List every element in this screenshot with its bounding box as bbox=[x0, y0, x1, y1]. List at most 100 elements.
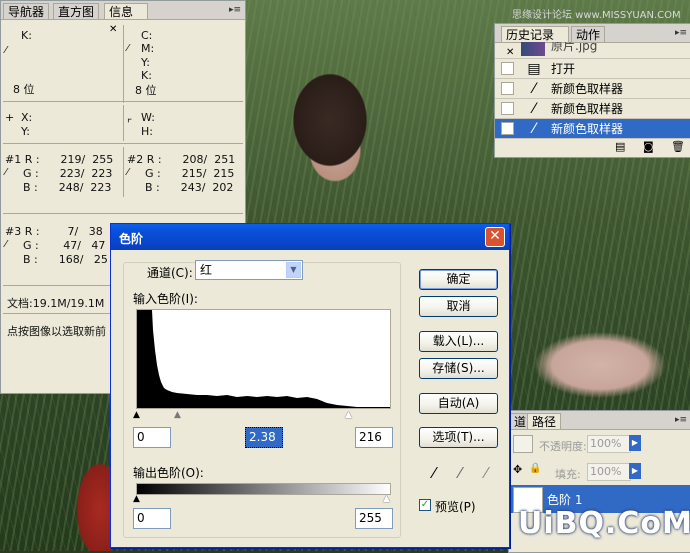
white-eyedropper-icon[interactable]: ⁄ bbox=[477, 464, 495, 482]
blend-mode-select[interactable] bbox=[513, 435, 533, 453]
ok-button[interactable]: 确定 bbox=[419, 269, 498, 290]
output-gradient bbox=[136, 483, 391, 495]
gray-eyedropper-icon[interactable]: ⁄ bbox=[451, 464, 469, 482]
cancel-button[interactable]: 取消 bbox=[419, 296, 498, 317]
opacity-label: 不透明度: bbox=[539, 440, 587, 453]
eyedropper-icon: ⁄ bbox=[532, 101, 536, 117]
info-bits-left: 8 位 bbox=[13, 83, 35, 96]
info-k-left: K: bbox=[21, 29, 32, 42]
input-black-slider[interactable]: ▲ bbox=[133, 410, 140, 420]
status-hint: 点按图像以选取新前 bbox=[7, 325, 106, 338]
info-bits-right: 8 位 bbox=[135, 84, 157, 97]
info-c: C: bbox=[141, 29, 153, 42]
watermark-logo: UiBQ.CoM bbox=[518, 506, 690, 541]
output-white-slider[interactable]: ▲ bbox=[383, 494, 390, 504]
output-levels-label: 输出色阶(O): bbox=[133, 466, 204, 480]
input-gamma-field[interactable]: 2.38 bbox=[245, 427, 283, 448]
crosshair-icon: + bbox=[5, 111, 15, 124]
info-tabs: 导航器 直方图 信息 ✕ ▸≡ bbox=[1, 1, 245, 35]
chevron-down-icon[interactable]: ▼ bbox=[286, 262, 301, 278]
history-source-checkbox[interactable] bbox=[501, 122, 514, 135]
channel-select[interactable]: 红 ▼ bbox=[195, 260, 303, 280]
tab-histogram[interactable]: 直方图 bbox=[53, 3, 100, 19]
snapshot-thumbnail bbox=[521, 42, 545, 56]
eyedropper-icon: ⁄ bbox=[127, 43, 129, 54]
history-snapshot[interactable]: 原片.jpg bbox=[495, 42, 690, 59]
close-button[interactable]: ✕ bbox=[485, 227, 505, 247]
palette-menu-icon[interactable]: ▸≡ bbox=[675, 415, 687, 425]
history-item-label: 新颜色取样器 bbox=[551, 122, 624, 136]
info-h: H: bbox=[141, 125, 153, 138]
info-k-right: K: bbox=[141, 69, 152, 82]
eyedropper-icon: ⁄ bbox=[5, 239, 7, 250]
divider bbox=[123, 25, 124, 103]
layers-tabs: 道 路径 ▸≡ bbox=[509, 411, 690, 430]
sampler2-r: #2 R : 208/ 251 bbox=[127, 153, 236, 166]
eyedropper-icon: ⁄ bbox=[532, 81, 536, 97]
history-source-checkbox[interactable] bbox=[501, 102, 514, 115]
sampler3-g: G : 47/ 47 bbox=[23, 239, 106, 252]
history-toolbar: ▤ ◙ 🗑 bbox=[495, 139, 690, 157]
lock-icon[interactable]: 🔒 bbox=[529, 463, 541, 474]
fill-field[interactable]: 100% bbox=[587, 463, 631, 481]
camera-icon[interactable]: ◙ bbox=[643, 140, 654, 153]
history-item[interactable]: ⁄ 新颜色取样器 bbox=[495, 99, 690, 119]
history-palette: 历史记录 ✕ 动作 ▸≡ 原片.jpg ▤ 打开 ⁄ 新颜色取样器 ⁄ 新颜色取… bbox=[494, 23, 690, 158]
channel-value: 红 bbox=[200, 263, 213, 277]
tab-history[interactable]: 历史记录 ✕ bbox=[501, 26, 569, 58]
tab-actions[interactable]: 动作 bbox=[571, 26, 606, 42]
sampler3-b: B : 168/ 25 bbox=[23, 253, 108, 266]
trash-icon[interactable]: 🗑 bbox=[671, 140, 685, 153]
history-source-checkbox[interactable] bbox=[501, 62, 514, 75]
info-y: Y: bbox=[141, 56, 150, 69]
auto-button[interactable]: 自动(A) bbox=[419, 393, 498, 414]
doc-size: 文档:19.1M/19.1M bbox=[7, 297, 105, 310]
input-black-field[interactable]: 0 bbox=[133, 427, 171, 448]
input-gamma-slider[interactable]: ▲ bbox=[174, 410, 181, 420]
sampler1-b: B : 248/ 223 bbox=[23, 181, 112, 194]
info-m: M: bbox=[141, 42, 155, 55]
output-black-field[interactable]: 0 bbox=[133, 508, 171, 529]
output-black-slider[interactable]: ▲ bbox=[133, 494, 140, 504]
input-white-slider[interactable]: ▲ bbox=[345, 410, 352, 420]
input-white-field[interactable]: 216 bbox=[355, 427, 393, 448]
info-x: X: bbox=[21, 111, 33, 124]
history-item[interactable]: ⁄ 新颜色取样器 bbox=[495, 79, 690, 99]
history-item[interactable]: ▤ 打开 bbox=[495, 59, 690, 79]
new-document-icon[interactable]: ▤ bbox=[615, 140, 625, 153]
dialog-titlebar[interactable]: 色阶 ✕ bbox=[111, 224, 509, 250]
eyedropper-icon: ⁄ bbox=[127, 167, 129, 178]
history-item-selected[interactable]: ⁄ 新颜色取样器 bbox=[495, 119, 690, 139]
tab-navigator[interactable]: 导航器 bbox=[3, 3, 50, 19]
divider bbox=[3, 101, 243, 102]
output-white-field[interactable]: 255 bbox=[355, 508, 393, 529]
channel-label: 通道(C): bbox=[147, 266, 193, 280]
load-button[interactable]: 载入(L)... bbox=[419, 331, 498, 352]
sampler2-g: G : 215/ 215 bbox=[145, 167, 235, 180]
black-eyedropper-icon[interactable]: ⁄ bbox=[425, 464, 443, 482]
divider bbox=[123, 147, 124, 197]
divider bbox=[3, 213, 243, 214]
dialog-title: 色阶 bbox=[119, 232, 144, 246]
sampler1-g: G : 223/ 223 bbox=[23, 167, 113, 180]
tab-paths[interactable]: 路径 bbox=[527, 413, 562, 429]
opacity-field[interactable]: 100% bbox=[587, 435, 631, 453]
histogram bbox=[136, 309, 391, 409]
save-button[interactable]: 存储(S)... bbox=[419, 358, 498, 379]
history-source-checkbox[interactable] bbox=[501, 82, 514, 95]
move-icon[interactable]: ✥ bbox=[513, 463, 522, 476]
tab-info[interactable]: 信息 ✕ bbox=[104, 3, 148, 35]
options-button[interactable]: 选项(T)... bbox=[419, 427, 498, 448]
fill-arrow-icon[interactable]: ▶ bbox=[629, 463, 641, 479]
divider bbox=[123, 105, 124, 141]
eyedropper-icon: ⁄ bbox=[5, 167, 7, 178]
palette-menu-icon[interactable]: ▸≡ bbox=[675, 28, 687, 38]
info-y-coord: Y: bbox=[21, 125, 30, 138]
preview-label: 预览(P) bbox=[435, 500, 476, 514]
info-w: W: bbox=[141, 111, 155, 124]
history-item-label: 打开 bbox=[551, 62, 576, 76]
document-icon: ▤ bbox=[527, 61, 541, 77]
opacity-arrow-icon[interactable]: ▶ bbox=[629, 435, 641, 451]
preview-checkbox[interactable]: ✓ bbox=[419, 499, 431, 511]
palette-menu-icon[interactable]: ▸≡ bbox=[229, 5, 241, 15]
